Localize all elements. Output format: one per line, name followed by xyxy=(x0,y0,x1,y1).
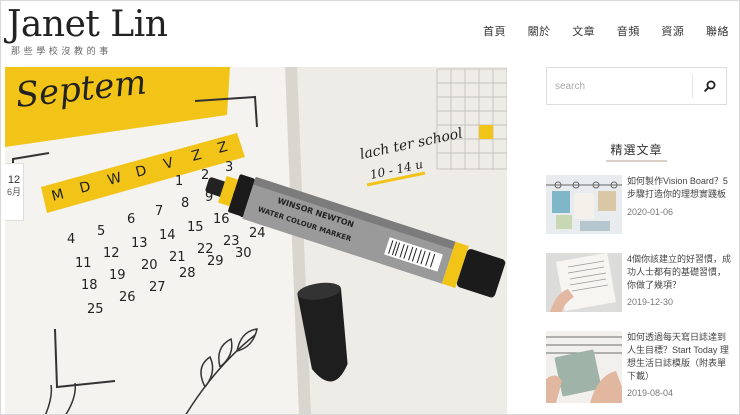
post-date-day: 12 xyxy=(7,174,21,186)
featured-post-image[interactable]: Septem M D W D V Z Z 1 2 3 4 5 6 7 8 9 1… xyxy=(5,67,507,414)
post-date-month: 6月 xyxy=(6,187,21,197)
post-thumbnail[interactable] xyxy=(546,331,622,403)
svg-text:2: 2 xyxy=(201,168,209,183)
nav-item-about[interactable]: 關於 xyxy=(528,23,551,39)
svg-text:21: 21 xyxy=(169,250,186,265)
post-date: 2020-01-06 xyxy=(627,207,674,217)
featured-post-1[interactable]: 如何製作Vision Board？5步驟打造你的理想實踐板 2020-01-06 xyxy=(546,175,731,235)
post-title[interactable]: 4個你該建立的好習慣，成功人士都有的基礎習慣，你做了幾項？ xyxy=(627,253,731,292)
svg-text:13: 13 xyxy=(131,236,148,251)
svg-text:7: 7 xyxy=(155,204,163,219)
calendar-notebook-photo: Septem M D W D V Z Z 1 2 3 4 5 6 7 8 9 1… xyxy=(5,67,507,414)
logo-subtitle: 那些學校沒教的事 xyxy=(11,46,112,56)
post-date: 2019-08-04 xyxy=(627,388,674,398)
journal-thumbnail xyxy=(546,331,622,403)
svg-text:3: 3 xyxy=(225,160,233,175)
svg-text:24: 24 xyxy=(249,226,266,241)
post-thumbnail[interactable] xyxy=(546,253,622,312)
featured-post-3[interactable]: 如何透過每天寫日誌達到人生目標？Start Today 理想生活日誌模版（附表單… xyxy=(546,331,731,403)
svg-text:6: 6 xyxy=(127,212,135,227)
svg-text:25: 25 xyxy=(87,302,104,317)
main-nav: 首頁 關於 文章 音頻 資源 聯絡 xyxy=(483,23,729,39)
svg-text:20: 20 xyxy=(141,258,158,273)
search-icon xyxy=(704,80,716,92)
post-date-tab: 12 6月 xyxy=(5,163,24,221)
svg-text:27: 27 xyxy=(149,280,166,295)
svg-text:30: 30 xyxy=(235,246,252,261)
svg-text:29: 29 xyxy=(207,254,224,269)
svg-text:8: 8 xyxy=(181,196,189,211)
svg-text:16: 16 xyxy=(213,212,230,227)
post-thumbnail[interactable] xyxy=(546,175,622,234)
post-title[interactable]: 如何製作Vision Board？5步驟打造你的理想實踐板 xyxy=(627,175,731,201)
svg-text:1: 1 xyxy=(175,174,183,189)
habit-notebook-thumbnail xyxy=(546,253,622,312)
svg-text:26: 26 xyxy=(119,290,136,305)
vision-board-thumbnail xyxy=(546,175,622,234)
svg-text:19: 19 xyxy=(109,268,126,283)
svg-text:28: 28 xyxy=(179,266,196,281)
svg-text:12: 12 xyxy=(103,246,120,261)
post-title[interactable]: 如何透過每天寫日誌達到人生目標？Start Today 理想生活日誌模版（附表單… xyxy=(627,331,731,383)
svg-text:4: 4 xyxy=(67,232,75,247)
featured-posts-heading: 精選文章 xyxy=(546,141,727,162)
svg-text:11: 11 xyxy=(75,256,92,271)
post-date: 2019-12-30 xyxy=(627,297,674,307)
svg-text:15: 15 xyxy=(187,220,204,235)
search-input[interactable] xyxy=(547,68,692,104)
nav-item-resources[interactable]: 資源 xyxy=(661,23,684,39)
nav-item-contact[interactable]: 聯絡 xyxy=(706,23,729,39)
nav-item-articles[interactable]: 文章 xyxy=(572,23,595,39)
logo-title: Janet Lin xyxy=(7,4,168,45)
svg-text:5: 5 xyxy=(97,224,105,239)
search-box xyxy=(546,67,727,105)
page: Janet Lin 那些學校沒教的事 首頁 關於 文章 音頻 資源 聯絡 Sep… xyxy=(0,0,740,415)
svg-text:14: 14 xyxy=(159,228,176,243)
search-button[interactable] xyxy=(693,68,727,104)
site-logo[interactable]: Janet Lin 那些學校沒教的事 xyxy=(7,4,168,57)
featured-posts-title: 精選文章 xyxy=(606,141,667,162)
svg-text:18: 18 xyxy=(81,278,98,293)
nav-item-audio[interactable]: 音頻 xyxy=(617,23,640,39)
featured-post-2[interactable]: 4個你該建立的好習慣，成功人士都有的基礎習慣，你做了幾項？ 2019-12-30 xyxy=(546,253,731,313)
nav-item-home[interactable]: 首頁 xyxy=(483,23,506,39)
